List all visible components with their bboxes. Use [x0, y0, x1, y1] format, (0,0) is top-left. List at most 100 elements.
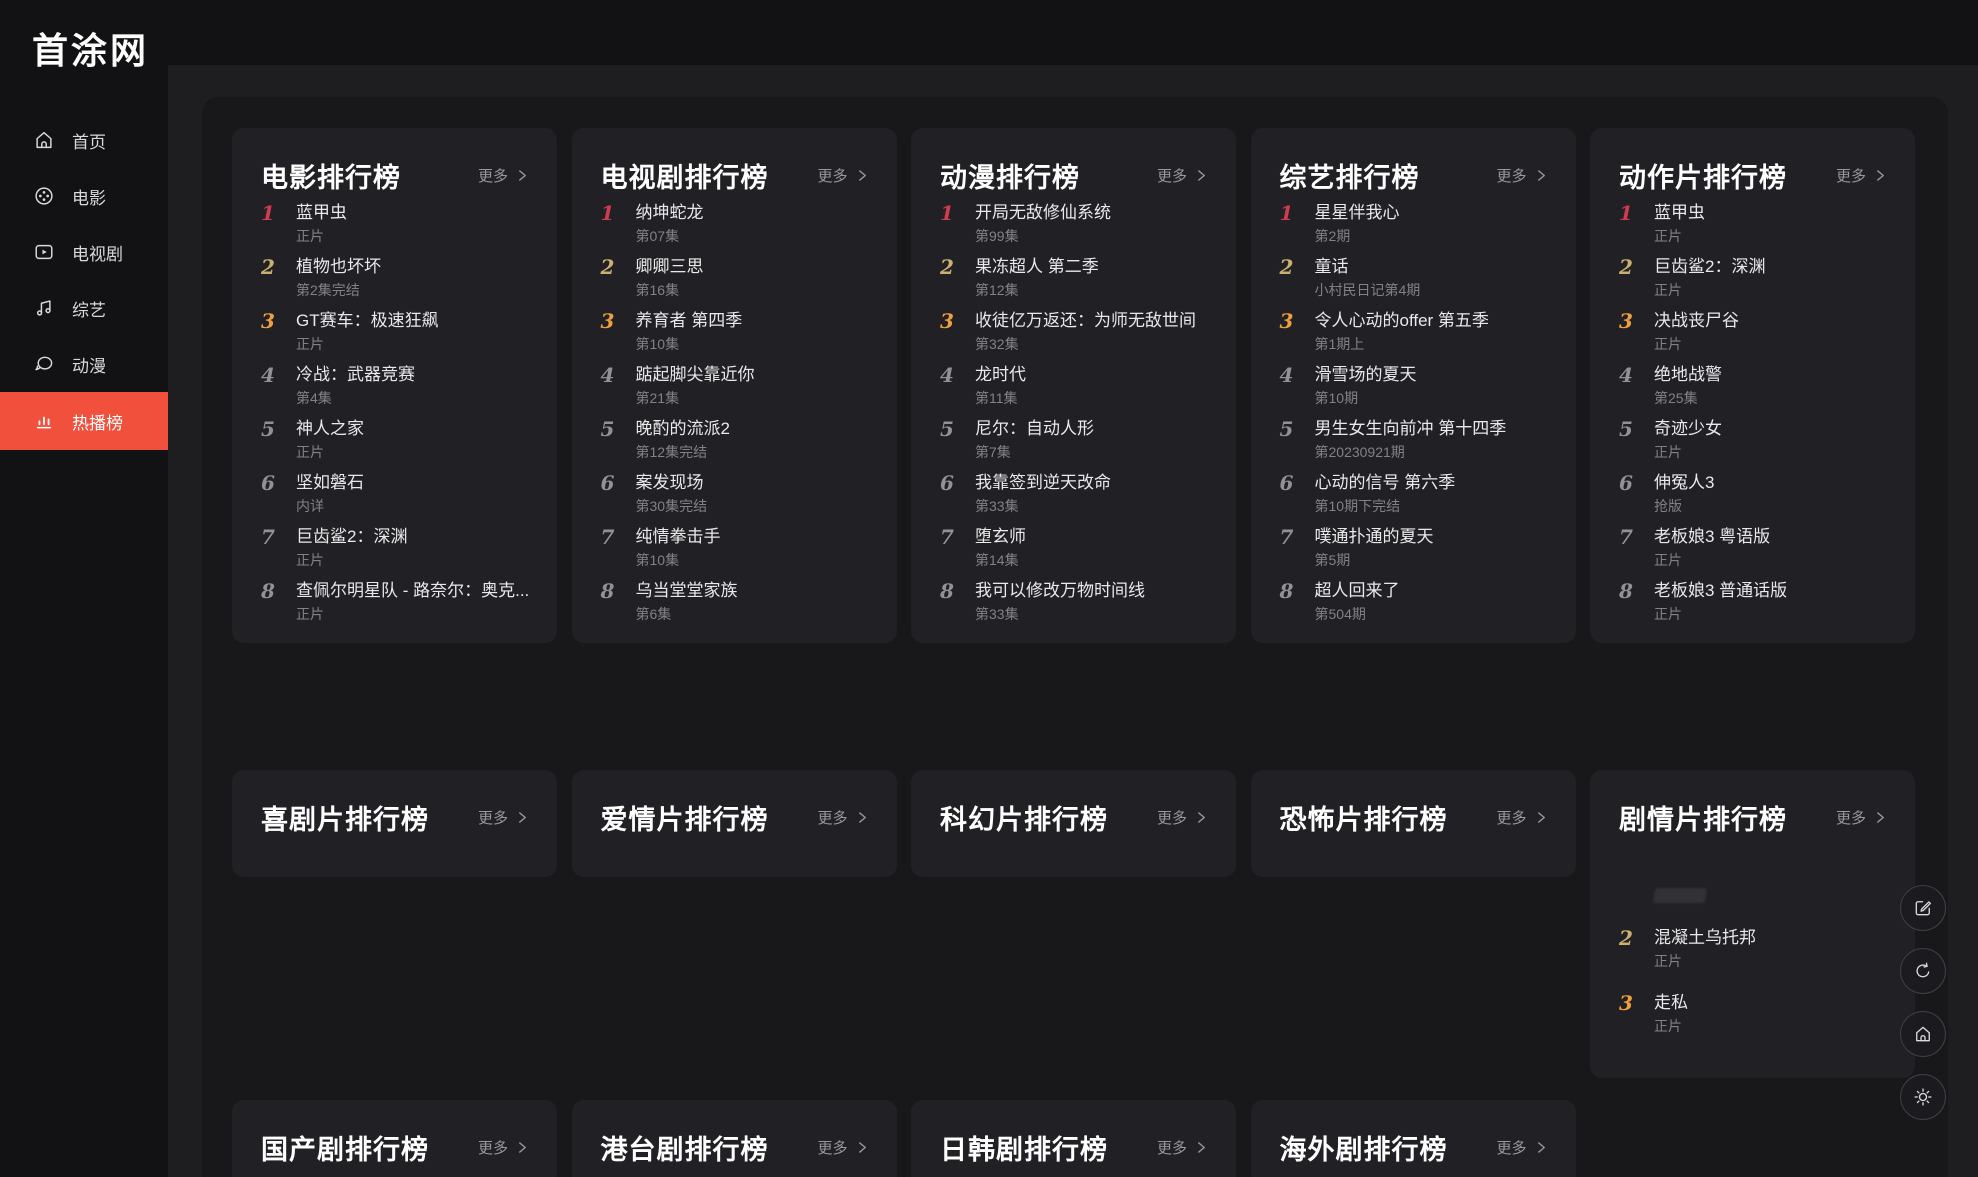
- rank-card: 科幻片排行榜 更多: [911, 770, 1236, 877]
- edit-button[interactable]: [1900, 885, 1946, 931]
- rank-item[interactable]: 2 童话 小村民日记第4期: [1280, 256, 1547, 300]
- rank-item-title: 噗通扑通的夏天: [1314, 527, 1434, 546]
- rank-item[interactable]: 4 龙时代 第11集: [940, 364, 1207, 408]
- rank-item[interactable]: 6 案发现场 第30集完结: [601, 472, 868, 516]
- rank-item[interactable]: 2 果冻超人 第二季 第12集: [940, 256, 1207, 300]
- more-link[interactable]: 更多: [1157, 165, 1207, 186]
- rank-item-body: 奇迹少女 正片: [1654, 418, 1722, 462]
- more-label: 更多: [477, 809, 508, 827]
- more-link[interactable]: 更多: [1836, 807, 1886, 828]
- rank-item[interactable]: 3 走私 正片: [1619, 992, 1886, 1036]
- more-link[interactable]: 更多: [478, 807, 528, 828]
- rank-item-body: 晚酌的流派2 第12集完结: [636, 418, 730, 462]
- rank-item-note: 第12集完结: [635, 444, 708, 460]
- more-link[interactable]: 更多: [817, 807, 867, 828]
- more-label: 更多: [1156, 1139, 1187, 1157]
- rank-item[interactable]: 1 星星伴我心 第2期: [1280, 202, 1547, 246]
- rank-item-note: 小村民日记第4期: [1314, 282, 1421, 298]
- home-button[interactable]: [1900, 1011, 1946, 1057]
- rank-item[interactable]: 4 冷战：武器竞赛 第4集: [261, 364, 528, 408]
- more-link[interactable]: 更多: [478, 165, 528, 186]
- rank-item[interactable]: 3 GT赛车：极速狂飙 正片: [261, 310, 528, 354]
- card-header: 剧情片排行榜 更多: [1619, 800, 1886, 835]
- chevron-right-icon: [858, 1141, 866, 1153]
- more-link[interactable]: 更多: [817, 165, 867, 186]
- rank-item[interactable]: 8 查佩尔明星队 - 路奈尔：奥克... 正片: [261, 579, 529, 624]
- rank-item[interactable]: 3 养育者 第四季 第10集: [601, 310, 868, 354]
- rank-item[interactable]: 1 开局无敌修仙系统 第99集: [940, 202, 1207, 246]
- more-link[interactable]: 更多: [817, 1137, 867, 1158]
- card-title: 电影排行榜: [261, 162, 401, 193]
- more-link[interactable]: 更多: [1496, 1137, 1546, 1158]
- card-title: 喜剧片排行榜: [261, 804, 429, 835]
- rank-item[interactable]: 8 超人回来了 第504期: [1280, 580, 1547, 624]
- rank-list: 1 蓝甲虫 正片 2 巨齿鲨2：深渊 正片 3 决战丧尸谷 正片 4 绝地战警 …: [1619, 202, 1886, 624]
- rank-item[interactable]: 1 蓝甲虫 正片: [1619, 202, 1886, 246]
- tv-play-icon: [35, 244, 53, 260]
- rank-item[interactable]: 4 绝地战警 第25集: [1619, 364, 1886, 408]
- rank-item[interactable]: 1 蓝甲虫 正片: [261, 202, 528, 246]
- rank-item-title: 卿卿三思: [635, 257, 704, 276]
- more-link[interactable]: 更多: [1836, 165, 1886, 186]
- rank-item[interactable]: 8 老板娘3 普通话版 正片: [1619, 580, 1886, 624]
- rank-item[interactable]: 5 男生女生向前冲 第十四季 第20230921期: [1280, 418, 1547, 462]
- home-icon: [1916, 1026, 1930, 1042]
- rank-item[interactable]: 2 植物也坏坏 第2集完结: [261, 256, 528, 300]
- more-link[interactable]: 更多: [1157, 1137, 1207, 1158]
- sidebar-item-hot-rank[interactable]: 热播榜: [0, 392, 168, 450]
- rank-item[interactable]: 3 收徒亿万返还：为师无敌世间 第32集: [940, 310, 1207, 354]
- refresh-button[interactable]: [1900, 948, 1946, 994]
- rank-item[interactable]: [1619, 884, 1886, 906]
- rank-item[interactable]: 4 滑雪场的夏天 第10期: [1280, 364, 1547, 408]
- more-label: 更多: [1156, 167, 1187, 185]
- rank-card: 喜剧片排行榜 更多: [232, 770, 557, 877]
- more-link[interactable]: 更多: [478, 1137, 528, 1158]
- rank-item[interactable]: 2 混凝土乌托邦 正片: [1619, 927, 1886, 971]
- sidebar-item-home[interactable]: 首页: [0, 112, 168, 168]
- rank-list: 1 开局无敌修仙系统 第99集 2 果冻超人 第二季 第12集 3 收徒亿万返还…: [940, 202, 1207, 624]
- rank-item[interactable]: 1 纳坤蛇龙 第07集: [601, 202, 868, 246]
- rank-item[interactable]: 5 神人之家 正片: [261, 418, 528, 462]
- rank-item[interactable]: 5 晚酌的流派2 第12集完结: [601, 418, 868, 462]
- rank-item[interactable]: 7 纯情拳击手 第10集: [601, 526, 868, 570]
- rank-item-note: 第2期: [1314, 228, 1351, 244]
- rank-item-note: 第30集完结: [635, 498, 708, 514]
- rank-item[interactable]: 4 踮起脚尖靠近你 第21集: [601, 364, 868, 408]
- more-link[interactable]: 更多: [1496, 807, 1546, 828]
- rank-item[interactable]: 2 巨齿鲨2：深渊 正片: [1619, 256, 1886, 300]
- rank-item[interactable]: 7 巨齿鲨2：深渊 正片: [261, 526, 528, 570]
- rank-number: 8: [261, 579, 275, 603]
- card-title: 动作片排行榜: [1619, 162, 1787, 193]
- sidebar-item-tv[interactable]: 电视剧: [0, 224, 168, 280]
- sidebar-item-variety[interactable]: 综艺: [0, 280, 168, 336]
- rank-item-body: 巨齿鲨2：深渊 正片: [296, 526, 407, 570]
- rank-item[interactable]: 6 坚如磐石 内详: [261, 472, 528, 516]
- sidebar-item-anime[interactable]: 动漫: [0, 336, 168, 392]
- rank-item[interactable]: 8 我可以修改万物时间线 第33集: [940, 580, 1207, 624]
- rank-item[interactable]: 6 伸冤人3 抢版: [1619, 472, 1886, 516]
- rank-item[interactable]: 7 噗通扑通的夏天 第5期: [1280, 526, 1547, 570]
- rank-item-body: 开局无敌修仙系统 第99集: [975, 202, 1111, 246]
- rank-item[interactable]: 3 令人心动的offer 第五季 第1期上: [1280, 310, 1547, 354]
- rank-item-note: 第33集: [975, 498, 1019, 514]
- theme-button[interactable]: [1900, 1074, 1946, 1120]
- rank-item[interactable]: 7 堕玄师 第14集: [940, 526, 1207, 570]
- rank-item[interactable]: 5 奇迹少女 正片: [1619, 418, 1886, 462]
- rank-item[interactable]: 2 卿卿三思 第16集: [601, 256, 868, 300]
- rank-item-note: 第99集: [975, 228, 1019, 244]
- more-link[interactable]: 更多: [1496, 165, 1546, 186]
- more-link[interactable]: 更多: [1157, 807, 1207, 828]
- rank-item[interactable]: 6 心动的信号 第六季 第10期下完结: [1280, 472, 1547, 516]
- card-header: 综艺排行榜 更多: [1280, 158, 1547, 193]
- sidebar-item-movies[interactable]: 电影: [0, 168, 168, 224]
- rank-item[interactable]: 3 决战丧尸谷 正片: [1619, 310, 1886, 354]
- card-header: 国产剧排行榜 更多: [261, 1130, 528, 1165]
- rank-item-note: 正片: [296, 336, 324, 352]
- rank-item[interactable]: 5 尼尔：自动人形 第7集: [940, 418, 1207, 462]
- floating-actions: [1900, 885, 1946, 1137]
- card-header: 电影排行榜 更多: [261, 158, 528, 193]
- rank-item[interactable]: 7 老板娘3 粤语版 正片: [1619, 526, 1886, 570]
- rank-item[interactable]: 6 我靠签到逆天改命 第33集: [940, 472, 1207, 516]
- card-header: 科幻片排行榜 更多: [940, 800, 1207, 835]
- rank-item[interactable]: 8 乌当堂堂家族 第6集: [601, 580, 868, 624]
